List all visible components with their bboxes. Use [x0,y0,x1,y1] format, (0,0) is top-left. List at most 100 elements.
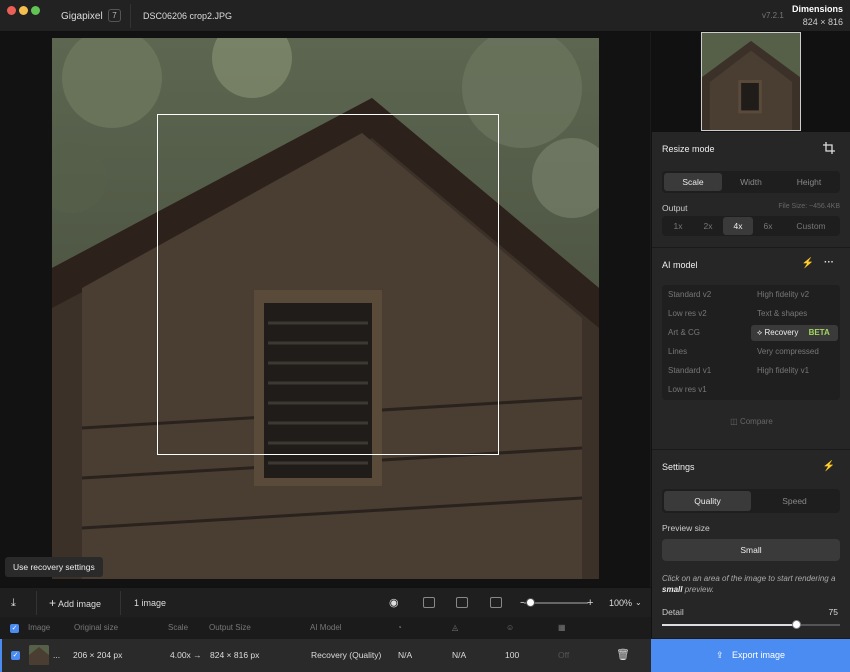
quality-speed-selector: Quality Speed [662,489,840,513]
model-text-shapes[interactable]: Text & shapes [751,306,807,322]
select-all-checkbox[interactable]: ✓ [10,624,19,633]
lightning-icon[interactable]: ⚡ [822,460,836,474]
col-output-size[interactable]: Output Size [209,617,251,639]
resize-mode-title: Resize mode [662,144,715,154]
row-output-size: 824 × 816 px [210,650,260,660]
crop-icon[interactable] [822,142,836,156]
navigator [652,32,850,132]
mode-speed[interactable]: Speed [751,491,838,511]
app-name: Gigapixel [61,11,103,22]
col-sharpen-icon[interactable]: ◬ [452,617,458,639]
collapse-icon[interactable]: ⤓ [11,588,16,618]
preview-size-dropdown[interactable]: Small [662,539,840,561]
divider [36,591,37,615]
row-original-size: 206 × 204 px [73,650,123,660]
model-high-fidelity-v1[interactable]: High fidelity v1 [751,363,809,379]
col-compression-icon[interactable]: ▦ [558,617,566,639]
add-image-button[interactable]: + Add image [49,588,101,618]
col-scale[interactable]: Scale [168,617,188,639]
model-standard-v2[interactable]: Standard v2 [662,287,711,303]
navigator-thumbnail[interactable] [701,32,801,131]
row-ai-model: Recovery (Quality) [311,650,382,660]
row-denoise: N/A [398,650,413,660]
side-by-side-icon[interactable] [456,597,468,608]
zoom-in-icon[interactable]: + [587,588,593,618]
col-original-size[interactable]: Original size [74,617,118,639]
detail-slider-handle[interactable] [791,620,801,629]
close-window-button[interactable] [7,6,16,15]
divider [652,247,850,248]
resize-mode-height[interactable]: Height [780,173,838,191]
compare-button[interactable]: ◫ Compare [652,417,850,426]
lightning-icon[interactable]: ⚡ [801,257,815,271]
model-art-cg[interactable]: Art & CG [662,325,700,341]
scale-6x[interactable]: 6x [753,217,783,235]
output-label: Output [662,203,688,213]
row-sharpen: N/A [452,650,467,660]
trash-icon[interactable]: 🗑 [616,639,630,672]
ai-model-grid: Standard v2 Low res v2 Art & CG Lines St… [662,285,840,400]
app-version: v7.2.1 [762,11,784,20]
model-low-res-v1[interactable]: Low res v1 [662,382,707,398]
scale-4x[interactable]: 4x [723,217,753,235]
plus-icon: + [49,596,57,610]
beta-badge: BETA [808,328,830,337]
settings-title: Settings [662,462,695,472]
minimize-window-button[interactable] [19,6,28,15]
more-options-icon[interactable]: ··· [822,256,836,270]
resize-mode-width[interactable]: Width [722,173,780,191]
model-high-fidelity-v2[interactable]: High fidelity v2 [751,287,809,303]
divider [130,4,131,28]
scale-custom[interactable]: Custom [783,217,839,235]
image-count: 1 image [134,598,167,608]
detail-slider[interactable] [662,620,840,629]
app-version-badge: 7 [108,9,121,22]
table-row[interactable]: ✓ ... 206 × 204 px 4.00x → 824 × 816 px … [0,639,651,672]
row-compression: Off [558,650,570,660]
row-thumbnail [29,645,49,665]
model-lines[interactable]: Lines [662,344,687,360]
row-scale: 4.00x → [170,650,202,660]
model-recovery-label: Recovery [764,328,799,337]
resize-mode-selector: Scale Width Height [662,171,840,193]
model-recovery[interactable]: ⟡ Recovery BETA [751,325,838,341]
row-checkbox[interactable]: ✓ [11,651,20,660]
col-face-icon[interactable]: ☺ [506,617,514,639]
maximize-window-button[interactable] [31,6,40,15]
zoom-slider-handle[interactable] [526,598,536,607]
upload-icon: ⇪ [715,650,724,660]
image-canvas[interactable]: Use recovery settings [0,32,650,587]
resize-mode-scale[interactable]: Scale [664,173,722,191]
scale-1x[interactable]: 1x [663,217,693,235]
compare-icon: ◫ [730,417,738,426]
row-name: ... [53,650,61,660]
scale-2x[interactable]: 2x [693,217,723,235]
divider [652,449,850,450]
zoom-level[interactable]: 100% [609,588,632,618]
col-ai-model[interactable]: AI Model [310,617,342,639]
file-size-estimate: File Size: ~456.4KB [778,203,840,210]
compare-label: Compare [739,417,773,426]
eye-icon[interactable]: ◉ [389,588,399,618]
wand-icon: ⟡ [757,328,763,337]
row-face: 100 [505,650,520,660]
export-image-label: Export image [732,650,786,660]
add-image-label: Add image [58,599,102,609]
recovery-settings-tooltip[interactable]: Use recovery settings [5,557,103,577]
mode-quality[interactable]: Quality [664,491,751,511]
col-image[interactable]: Image [28,617,50,639]
detail-slider-fill [662,624,796,626]
single-view-icon[interactable] [423,597,435,608]
export-image-button[interactable]: ⇪ Export image [651,639,850,672]
file-name: DSC06206 crop2.JPG [143,11,233,21]
dimensions-value: 824 × 816 [802,17,843,27]
dimensions-label: Dimensions [791,4,843,14]
settings-panel: Resize mode Scale Width Height Output Fi… [651,32,850,638]
col-denoise-icon[interactable]: ◔ [397,617,402,639]
preview-selection-box[interactable] [157,114,499,455]
chevron-down-icon[interactable]: ⌄ [635,588,642,618]
model-standard-v1[interactable]: Standard v1 [662,363,711,379]
split-view-icon[interactable] [490,597,502,608]
model-very-compressed[interactable]: Very compressed [751,344,819,360]
model-low-res-v2[interactable]: Low res v2 [662,306,707,322]
